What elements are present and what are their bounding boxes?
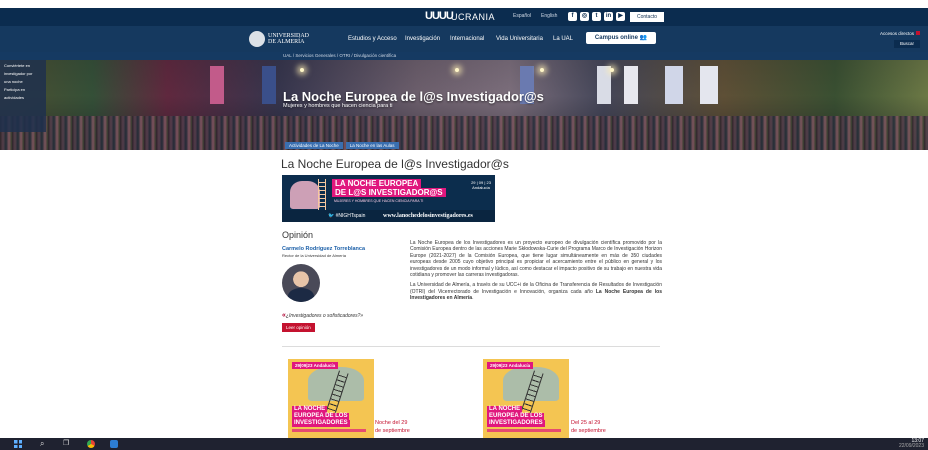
hero-hanging-banner <box>665 66 683 104</box>
card-title-line3: INVESTIGADORES <box>487 420 545 427</box>
event-card-1[interactable]: 29|09|23 Andalucía LA NOCHE EUROPEA DE L… <box>288 359 374 439</box>
card-date: 29|09|23 Andalucía <box>292 362 339 369</box>
hero-hanging-banner <box>597 66 611 104</box>
description-paragraph-2: La Universidad de Almería, a través de s… <box>410 282 662 302</box>
users-icon: 👥 <box>639 35 648 41</box>
avatar <box>282 264 320 302</box>
card-bar <box>487 429 561 432</box>
section-divider <box>282 346 660 347</box>
card-date: 29|09|23 Andalucía <box>487 362 534 369</box>
event-card-2-caption[interactable]: Del 25 al 29 de septiembre <box>571 419 606 435</box>
nav-item-vida-universitaria[interactable]: Vida Universitaria <box>496 36 543 42</box>
ucrania-link[interactable]: UCRANIA <box>451 12 495 22</box>
opinion-heading: Opinión <box>282 230 314 240</box>
promo-date: 29 | 09 | 23 Andalucía <box>471 180 491 190</box>
hero-crowd-photo <box>0 116 928 150</box>
browser-top-strip <box>0 0 928 8</box>
breadcrumb: UAL / Servicios Generales / OTRI / Divul… <box>0 52 928 60</box>
hero-lamp <box>300 68 304 72</box>
breadcrumb-path[interactable]: UAL / Servicios Generales / OTRI / Divul… <box>283 53 396 58</box>
promo-illustration <box>290 181 320 209</box>
promo-banner[interactable]: LA NOCHE EUROPEA DE L@S INVESTIGADOR@S M… <box>282 175 495 222</box>
nav-item-estudios[interactable]: Estudios y Acceso <box>348 36 397 42</box>
hero-lamp <box>540 68 544 72</box>
tab-noche-aulas[interactable]: La Noche en las Aulas <box>345 142 399 149</box>
university-seal-icon[interactable] <box>249 31 265 47</box>
contact-button[interactable]: Contacto <box>630 12 665 22</box>
instagram-icon[interactable]: ◎ <box>580 12 589 21</box>
campus-online-button[interactable]: Campus online 👥 <box>586 32 656 44</box>
hero-subtitle: Mujeres y hombres que hacen ciencia para… <box>283 103 393 109</box>
task-view-icon[interactable]: ❐ <box>63 440 71 448</box>
hero-hanging-banner <box>210 66 224 104</box>
hero-hanging-banner <box>700 66 718 104</box>
twitter-icon: 🐦 <box>328 213 336 219</box>
linkedin-icon[interactable]: in <box>604 12 613 21</box>
ladder-illustration <box>318 179 326 211</box>
promo-tagline: MUJERES Y HOMBRES QUE HACEN CIENCIA PARA… <box>334 199 424 203</box>
card-title-line1: LA NOCHE <box>292 406 328 413</box>
description-paragraph-1: La Noche Europea de los Investigadores e… <box>410 240 662 279</box>
hero-side-panel[interactable]: Conviértete en investigador por una noch… <box>0 60 46 132</box>
promo-footer-strip: 🐦 #NIGHTspain www.lanochedelosinvestigad… <box>282 210 495 222</box>
event-card-1-caption[interactable]: Noche del 29 de septiembre <box>375 419 410 435</box>
card-bar <box>292 429 366 432</box>
card-title-line2: EUROPEA DE LOS <box>292 413 350 420</box>
os-taskbar: ⌕ ❐ 13:07 22/09/2023 <box>0 438 928 450</box>
windows-start-icon[interactable] <box>14 440 22 448</box>
event-card-2[interactable]: 29|09|23 Andalucía LA NOCHE EUROPEA DE L… <box>483 359 569 439</box>
promo-hashtag: 🐦 #NIGHTspain <box>328 213 366 219</box>
ual-small-logo[interactable]: UUUU <box>425 10 454 22</box>
card-title-line2: EUROPEA DE LOS <box>487 413 545 420</box>
hero-lamp <box>455 68 459 72</box>
card-title-line3: INVESTIGADORES <box>292 420 350 427</box>
project-description: La Noche Europea de los Investigadores e… <box>410 240 662 306</box>
card-title-line1: LA NOCHE <box>487 406 523 413</box>
direct-access-button[interactable]: Accesos directos <box>880 31 921 39</box>
hero-hanging-banner <box>262 66 276 104</box>
read-opinion-button[interactable]: Leer opinión <box>282 323 315 332</box>
tab-actividades[interactable]: Actividades de La Noche <box>285 142 343 149</box>
lang-spanish-link[interactable]: Español <box>513 13 531 19</box>
main-navigation: UNIVERSIDAD DE ALMERÍA Estudios y Acceso… <box>0 26 928 52</box>
page-title: La Noche Europea de l@s Investigador@s <box>281 157 509 171</box>
opinion-author[interactable]: Carmelo Rodríguez Torreblanca <box>282 246 365 252</box>
opinion-author-role: Rector de la Universidad de Almería <box>282 253 347 258</box>
search-icon[interactable]: ⌕ <box>40 440 48 448</box>
chrome-icon[interactable] <box>87 440 95 448</box>
hero-lamp <box>610 68 614 72</box>
browser-app-icon[interactable] <box>110 440 118 448</box>
hero-tabs: Actividades de La Noche La Noche en las … <box>285 142 399 149</box>
facebook-icon[interactable]: f <box>568 12 577 21</box>
opinion-quote[interactable]: «¿Investigadores o sofisticadores?» <box>282 312 363 319</box>
hero-hanging-banner <box>624 66 638 104</box>
top-ribbon: UUUU UCRANIA Español English f ◎ t in ▶ … <box>0 8 928 26</box>
promo-title-line1: LA NOCHE EUROPEA <box>332 179 422 188</box>
nav-item-investigacion[interactable]: Investigación <box>405 36 440 42</box>
youtube-icon[interactable]: ▶ <box>616 12 625 21</box>
lang-english-link[interactable]: English <box>541 13 557 19</box>
promo-url[interactable]: www.lanochedelosinvestigadores.es <box>383 210 473 222</box>
promo-title-line2: DE L@S INVESTIGADOR@S <box>332 188 446 197</box>
nav-item-internacional[interactable]: Internacional <box>450 36 484 42</box>
hero-title: La Noche Europea de l@s Investigador@s <box>283 89 544 104</box>
twitter-icon[interactable]: t <box>592 12 601 21</box>
search-button[interactable]: Buscar <box>894 40 920 48</box>
hero-banner: Conviértete en investigador por una noch… <box>0 60 928 150</box>
taskbar-clock[interactable]: 13:07 22/09/2023 <box>899 439 924 449</box>
nav-item-la-ual[interactable]: La UAL <box>553 36 573 42</box>
university-logo-text[interactable]: UNIVERSIDAD DE ALMERÍA <box>268 33 309 45</box>
